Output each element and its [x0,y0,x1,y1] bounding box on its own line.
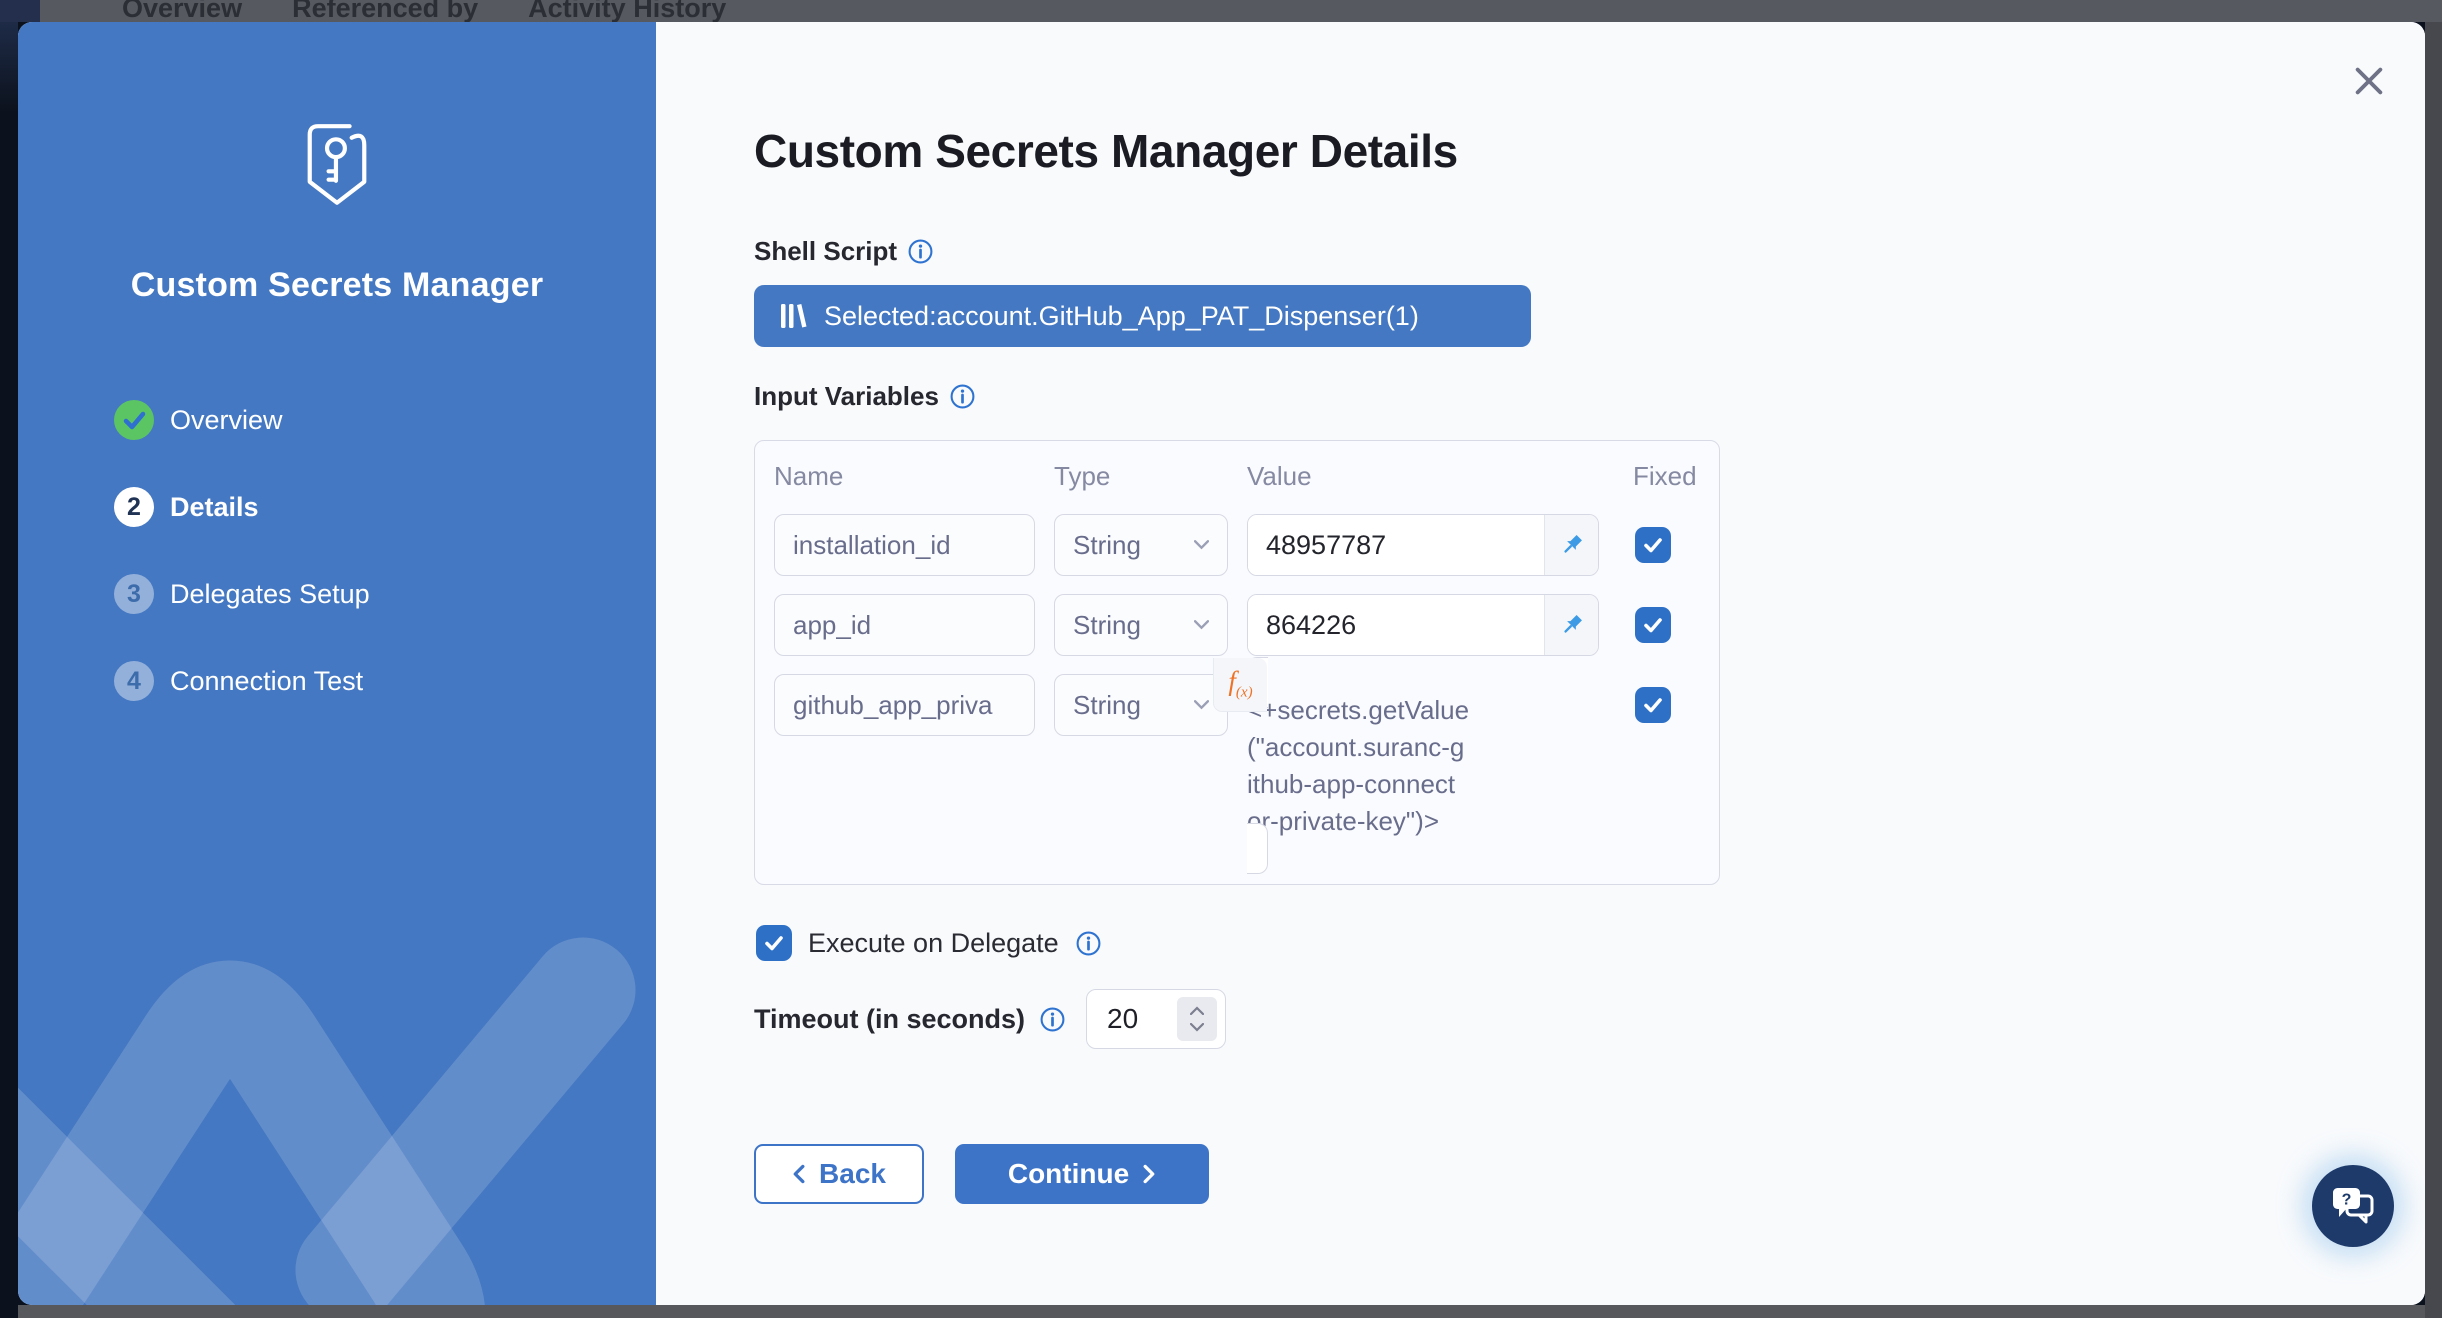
chevron-down-icon [1194,540,1209,550]
fixed-checkbox[interactable] [1635,607,1671,643]
expression-line: <+secrets.getValue [1247,692,1599,729]
step-number: 3 [114,574,154,614]
table-row: String f(x) <+secrets.getValue [774,674,1719,858]
execute-on-delegate-label: Execute on Delegate [808,928,1059,959]
selected-shell-script-button[interactable]: Selected:account.GitHub_App_PAT_Dispense… [754,285,1531,347]
step-label: Overview [170,405,283,436]
expression-fx-icon[interactable]: f(x) [1213,658,1267,712]
selected-type: String [1073,690,1141,721]
step-details[interactable]: 2 Details [114,487,370,527]
expression-line: or-private-key")> [1247,803,1599,840]
variable-name-input[interactable] [774,594,1035,656]
background-tab-bar: Overview Referenced by Activity History [40,0,2442,22]
stepper-up-icon[interactable] [1185,1005,1209,1017]
variable-type-select[interactable]: String [1054,594,1228,656]
step-label: Connection Test [170,666,363,697]
variable-name-input[interactable] [774,674,1035,736]
variable-value-input[interactable] [1248,595,1544,655]
chevron-down-icon [1194,700,1209,710]
input-variables-table: Name Type Value Fixed String [754,440,1720,885]
variable-value-input[interactable] [1248,515,1544,575]
execute-on-delegate-checkbox[interactable] [756,925,792,961]
shell-script-label: Shell Script [754,236,897,267]
expression-line: ("account.suranc-g [1247,729,1599,766]
close-icon[interactable] [2351,64,2387,100]
custom-secrets-manager-modal: Custom Secrets Manager Overview 2 Detail… [18,22,2425,1305]
timeout-input[interactable] [1087,1003,1177,1035]
variable-value-expression[interactable]: f(x) <+secrets.getValue ("account.suranc… [1247,657,1599,874]
fixed-checkbox[interactable] [1635,687,1671,723]
column-header-fixed: Fixed [1633,461,1689,492]
column-header-value: Value [1247,461,1599,492]
timeout-input-wrap [1086,989,1226,1049]
info-icon[interactable] [949,383,976,410]
continue-button[interactable]: Continue [955,1144,1209,1204]
step-number: 4 [114,661,154,701]
step-connection-test[interactable]: 4 Connection Test [114,661,370,701]
timeout-label: Timeout (in seconds) [754,1004,1025,1035]
chevron-down-icon [1194,620,1209,630]
tab-activity-history[interactable]: Activity History [528,0,726,22]
svg-text:?: ? [2342,1192,2352,1209]
pin-icon[interactable] [1544,515,1598,575]
chevron-right-icon [1143,1164,1156,1184]
table-row: String [774,594,1719,656]
stepper-down-icon[interactable] [1185,1022,1209,1034]
info-icon[interactable] [907,238,934,265]
step-number: 2 [114,487,154,527]
input-variables-label: Input Variables [754,381,939,412]
pin-icon[interactable] [1544,595,1598,655]
page-title: Custom Secrets Manager Details [754,124,2425,178]
column-header-name: Name [774,461,1035,492]
step-delegates-setup[interactable]: 3 Delegates Setup [114,574,370,614]
check-icon [114,400,154,440]
info-icon[interactable] [1039,1006,1066,1033]
dimmed-backdrop-right [2425,22,2442,1318]
shield-key-icon [18,122,656,208]
number-stepper [1177,997,1217,1041]
wizard-title: Custom Secrets Manager [18,266,656,305]
table-row: String [774,514,1719,576]
selected-type: String [1073,530,1141,561]
variable-name-input[interactable] [774,514,1035,576]
column-header-type: Type [1054,461,1228,492]
variable-type-select[interactable]: String [1054,674,1228,736]
template-library-icon [778,301,808,331]
selected-shell-script-value: Selected:account.GitHub_App_PAT_Dispense… [824,301,1419,332]
chat-question-icon: ? [2330,1185,2376,1227]
tab-referenced-by[interactable]: Referenced by [292,0,478,22]
variable-type-select[interactable]: String [1054,514,1228,576]
screen: Overview Referenced by Activity History [0,0,2442,1318]
page-left-nav-strip [0,22,18,1318]
page-footer-strip [18,1305,2425,1318]
harness-logo-watermark [18,872,656,1305]
back-button[interactable]: Back [754,1144,924,1204]
chevron-left-icon [792,1164,805,1184]
fixed-checkbox[interactable] [1635,527,1671,563]
step-label: Delegates Setup [170,579,370,610]
modal-content: Custom Secrets Manager Details Shell Scr… [656,22,2425,1305]
table-header: Name Type Value Fixed [774,461,1719,492]
wizard-steps: Overview 2 Details 3 Delegates Setup 4 C… [114,400,370,748]
expression-line: ithub-app-connect [1247,766,1599,803]
step-overview[interactable]: Overview [114,400,370,440]
info-icon[interactable] [1075,930,1102,957]
back-button-label: Back [819,1158,886,1190]
help-chat-button[interactable]: ? [2312,1165,2394,1247]
tab-overview[interactable]: Overview [122,0,242,22]
page-header-corner [0,0,40,22]
wizard-sidebar: Custom Secrets Manager Overview 2 Detail… [18,22,656,1305]
step-label: Details [170,492,259,523]
selected-type: String [1073,610,1141,641]
continue-button-label: Continue [1008,1158,1129,1190]
